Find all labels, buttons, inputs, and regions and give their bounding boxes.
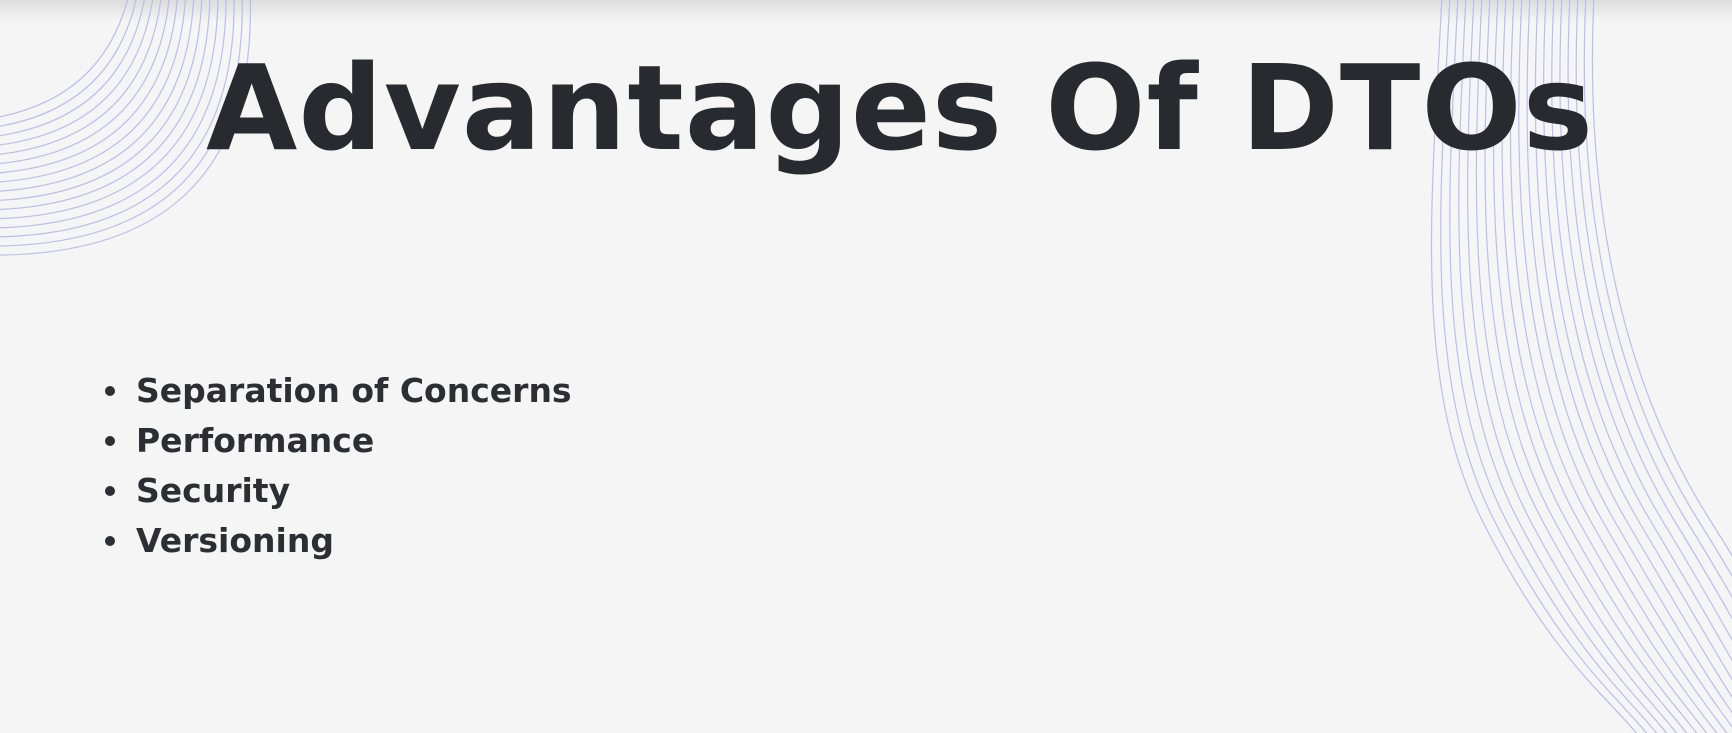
bullet-item: Performance [100,416,572,466]
bullet-item: Security [100,466,572,516]
presentation-slide: Advantages Of DTOs Separation of Concern… [0,0,1732,733]
bullet-item: Separation of Concerns [100,366,572,416]
bullet-dot-icon [105,436,115,446]
bullet-text: Versioning [136,521,334,560]
slide-title: Advantages Of DTOs [206,39,1594,177]
bullet-dot-icon [105,486,115,496]
bullet-dot-icon [105,386,115,396]
bullet-text: Security [136,471,291,510]
bullet-text: Performance [136,421,375,460]
bullet-dot-icon [105,536,115,546]
bullet-text: Separation of Concerns [136,371,572,410]
bullet-item: Versioning [100,516,572,566]
bullet-list: Separation of Concerns Performance Secur… [100,366,572,566]
